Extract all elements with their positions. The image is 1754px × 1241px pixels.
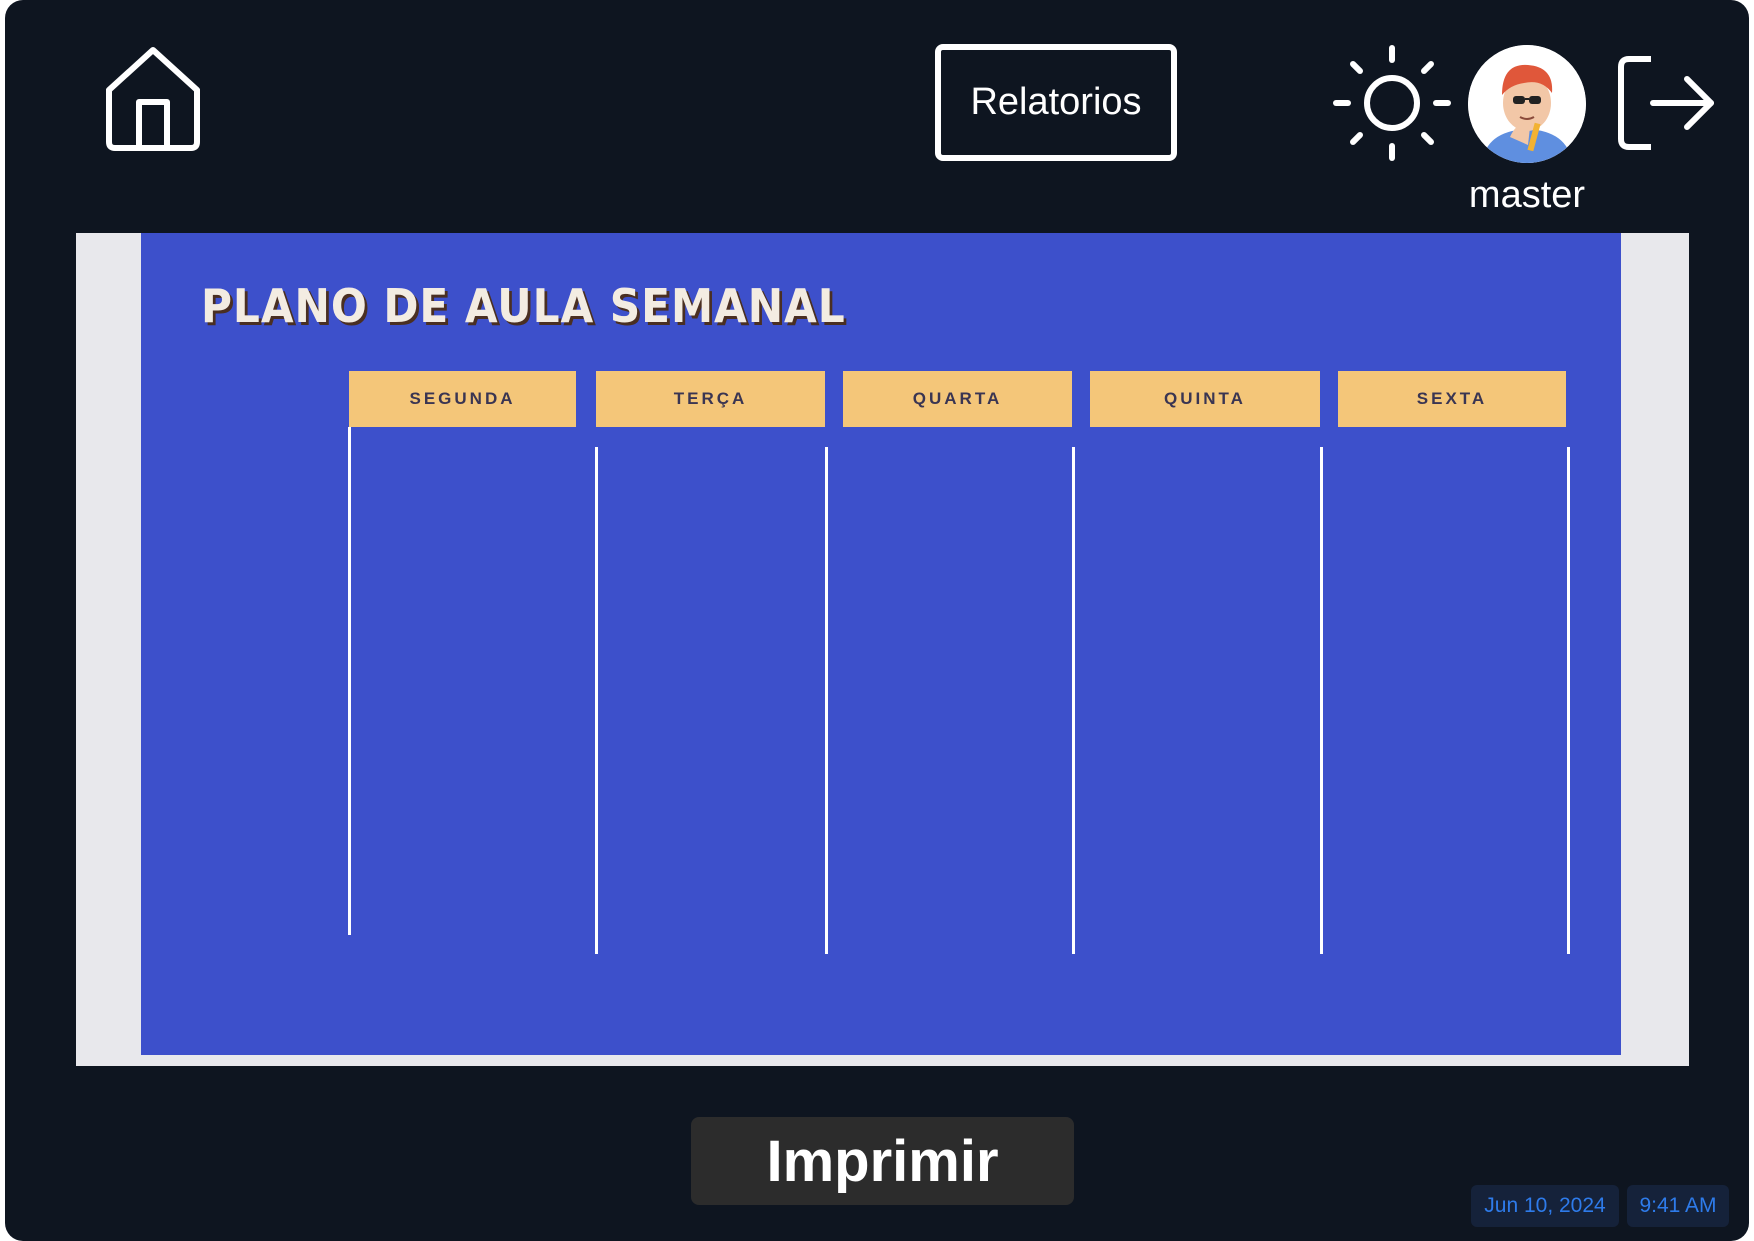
home-icon[interactable]	[101, 44, 205, 152]
lesson-plan-sheet: PLANO DE AULA SEMANAL SEGUNDA TERÇA QUAR…	[141, 233, 1621, 1055]
column-divider	[1567, 447, 1570, 954]
document-preview: PLANO DE AULA SEMANAL SEGUNDA TERÇA QUAR…	[76, 233, 1689, 1066]
column-divider	[1320, 447, 1323, 954]
app-window: Relatorios master PLANO DE AULA SEMANAL …	[5, 0, 1749, 1241]
column-divider	[595, 447, 598, 954]
column-divider	[348, 427, 351, 935]
column-divider	[1072, 447, 1075, 954]
plan-title: PLANO DE AULA SEMANAL	[201, 279, 846, 333]
day-header-segunda: SEGUNDA	[349, 371, 576, 427]
avatar[interactable]	[1468, 45, 1586, 163]
print-button[interactable]: Imprimir	[691, 1117, 1074, 1205]
sun-icon[interactable]	[1332, 45, 1452, 161]
day-header-terca: TERÇA	[596, 371, 825, 427]
logout-icon[interactable]	[1617, 55, 1717, 151]
status-date: Jun 10, 2024	[1471, 1185, 1619, 1227]
column-divider	[825, 447, 828, 954]
status-time: 9:41 AM	[1627, 1185, 1729, 1227]
user-name: master	[1468, 174, 1586, 216]
day-header-quinta: QUINTA	[1090, 371, 1320, 427]
day-header-quarta: QUARTA	[843, 371, 1072, 427]
day-header-sexta: SEXTA	[1338, 371, 1566, 427]
reports-button[interactable]: Relatorios	[935, 44, 1177, 161]
